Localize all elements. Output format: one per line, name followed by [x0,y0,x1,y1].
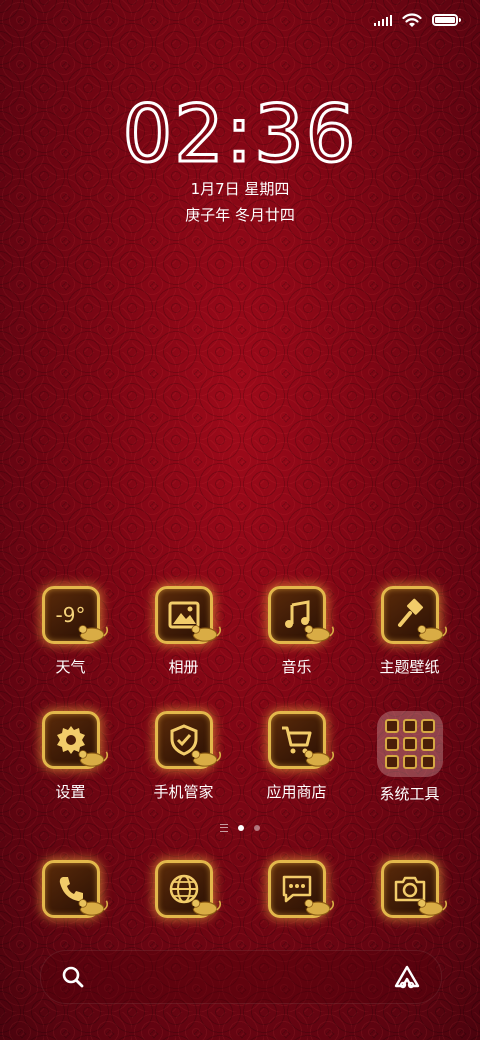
search-icon[interactable] [61,965,85,989]
battery-fill [435,17,455,23]
mouse-decoration-icon [414,889,448,923]
globe-icon[interactable] [154,860,213,918]
app-folder-tools[interactable]: 系统工具 [353,711,466,804]
app-label: 天气 [55,658,86,676]
mouse-decoration-icon [301,615,335,649]
clock-widget[interactable]: 02:36 [0,89,480,182]
weather-icon[interactable]: -9° [41,586,100,644]
app-security[interactable]: 手机管家 [127,711,240,804]
clock-minute: 36 [253,89,358,182]
app-weather[interactable]: -9° 天气 [14,586,127,677]
dock-camera[interactable] [353,860,466,918]
app-settings[interactable]: 设置 [14,711,127,804]
mouse-decoration-icon [188,615,222,649]
dock-browser[interactable] [127,860,240,918]
music-icon[interactable] [267,586,326,644]
cart-icon[interactable] [267,711,326,769]
mouse-decoration-icon [75,615,109,649]
app-grid-row-2: 设置 手机管家 应用商店 系统工具 [14,711,466,804]
page-dot-active [238,825,244,831]
dock-messages[interactable] [240,860,353,918]
assistant-icon[interactable] [393,964,421,990]
clock-hour: 02 [121,89,226,182]
app-store[interactable]: 应用商店 [240,711,353,804]
app-label: 手机管家 [153,783,214,801]
status-bar [374,10,461,30]
battery-icon [432,14,461,26]
page-indicator[interactable] [0,824,480,832]
mouse-decoration-icon [301,740,335,774]
gallery-icon[interactable] [154,586,213,644]
camera-icon[interactable] [380,860,439,918]
mouse-decoration-icon [188,740,222,774]
mouse-decoration-icon [414,615,448,649]
mouse-decoration-icon [75,740,109,774]
clock-separator: : [224,89,255,182]
page-list-icon [220,824,228,832]
shield-icon[interactable] [154,711,213,769]
app-themes[interactable]: 主题壁纸 [353,586,466,677]
mouse-decoration-icon [188,889,222,923]
page-dot [254,825,260,831]
app-gallery[interactable]: 相册 [127,586,240,677]
message-icon[interactable] [267,860,326,918]
dock-phone[interactable] [14,860,127,918]
phone-icon[interactable] [41,860,100,918]
app-grid-row-1: -9° 天气 相册 音乐 主题壁纸 [14,586,466,677]
signal-icon [374,14,392,26]
date-text[interactable]: 1月7日 星期四 [0,178,480,199]
app-label: 主题壁纸 [379,658,440,676]
search-bar[interactable] [40,950,442,1004]
dock [14,860,466,918]
app-label: 设置 [55,783,86,801]
app-label: 系统工具 [379,785,440,803]
app-label: 相册 [168,658,199,676]
lunar-date-text: 庚子年 冬月廿四 [185,206,295,224]
paintbrush-icon[interactable] [380,586,439,644]
folder-icon[interactable] [376,711,443,777]
app-label: 音乐 [281,658,312,676]
app-music[interactable]: 音乐 [240,586,353,677]
wifi-icon [402,12,422,27]
mouse-decoration-icon [301,889,335,923]
app-label: 应用商店 [266,783,327,801]
gear-icon[interactable] [41,711,100,769]
mouse-decoration-icon [75,889,109,923]
